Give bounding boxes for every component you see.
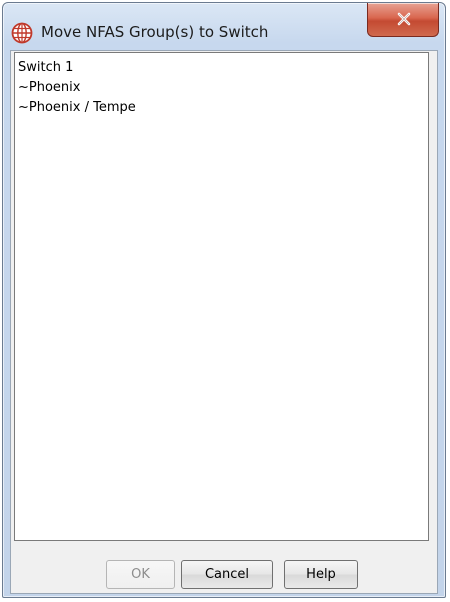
globe-icon xyxy=(11,22,33,44)
help-button[interactable]: Help xyxy=(284,560,358,589)
list-item-switch-1[interactable]: Switch 1 xyxy=(18,58,428,78)
window-title: Move NFAS Group(s) to Switch xyxy=(41,23,269,41)
close-icon xyxy=(397,12,411,26)
list-item-phoenix-tempe[interactable]: ~Phoenix / Tempe xyxy=(18,98,428,118)
title-bar[interactable]: Move NFAS Group(s) to Switch xyxy=(3,3,445,47)
ok-button[interactable]: OK xyxy=(106,560,175,589)
list-item-phoenix[interactable]: ~Phoenix xyxy=(18,78,428,98)
close-button[interactable] xyxy=(367,3,439,37)
switch-listbox[interactable]: Switch 1 ~Phoenix ~Phoenix / Tempe xyxy=(14,52,429,541)
cancel-button[interactable]: Cancel xyxy=(181,560,273,589)
